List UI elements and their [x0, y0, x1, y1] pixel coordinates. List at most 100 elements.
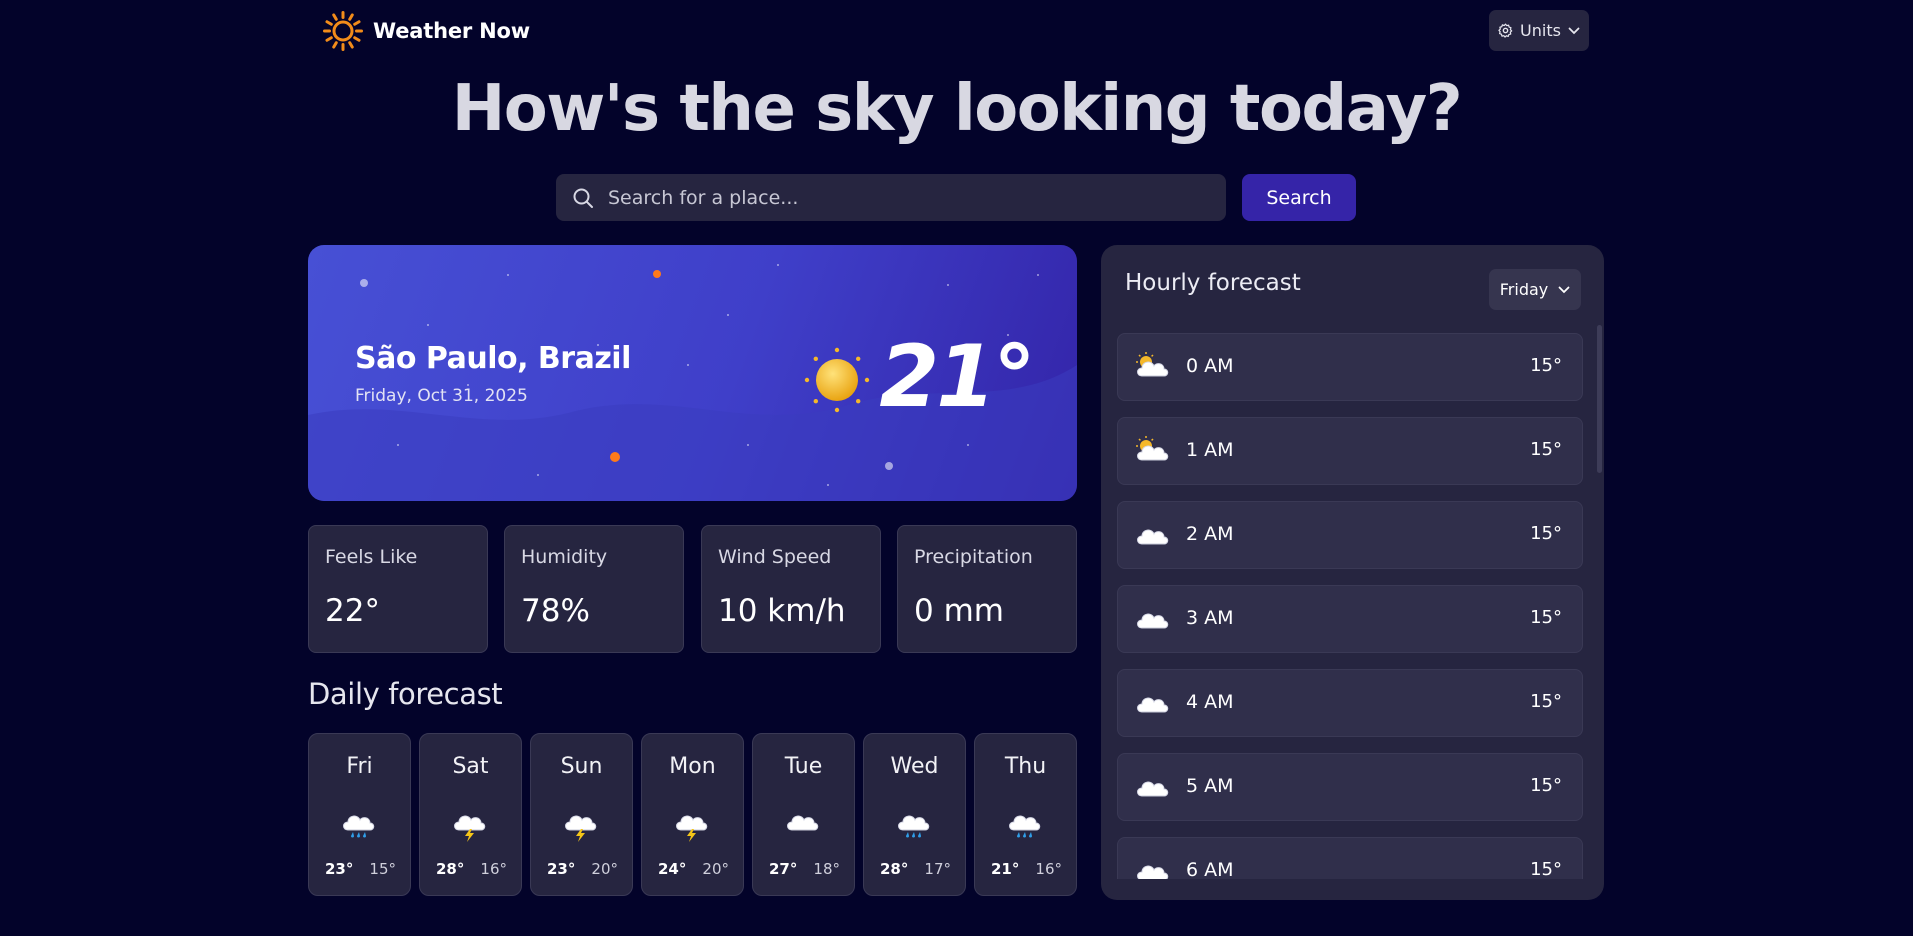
cloud-icon: [1134, 518, 1172, 562]
hourly-forecast-panel: Hourly forecast Friday 0 AM 15° 1 AM 15° 2 A…: [1101, 245, 1604, 900]
daily-forecast-card: Sun 23° 20°: [530, 733, 633, 896]
daily-forecast-card: Mon 24° 20°: [641, 733, 744, 896]
stat-precipitation: Precipitation 0 mm: [897, 525, 1077, 653]
rain-icon: [895, 804, 933, 848]
hour-temp: 15°: [1530, 775, 1562, 796]
hour-time: 6 AM: [1186, 859, 1234, 879]
day-name: Sat: [452, 754, 489, 779]
stat-value: 22°: [325, 593, 380, 629]
weather-app: Weather Now Units How's the sky looking …: [0, 0, 1913, 936]
cloud-icon: [1134, 854, 1172, 879]
day-high-temp: 27°: [769, 860, 798, 878]
current-weather-card: São Paulo, Brazil Friday, Oct 31, 2025 2…: [308, 245, 1077, 501]
daily-forecast-card: Thu 21° 16°: [974, 733, 1077, 896]
hourly-forecast-title: Hourly forecast: [1125, 270, 1301, 296]
day-high-temp: 24°: [658, 860, 687, 878]
rain-icon: [1006, 804, 1044, 848]
sun-logo-icon: [323, 11, 363, 51]
day-high-temp: 28°: [880, 860, 909, 878]
day-name: Thu: [1004, 754, 1047, 779]
hour-temp: 15°: [1530, 355, 1562, 376]
stat-label: Wind Speed: [718, 546, 832, 568]
search-bar: [556, 174, 1226, 221]
cloud-icon: [1134, 602, 1172, 646]
day-select-dropdown[interactable]: Friday: [1489, 269, 1581, 310]
day-low-temp: 18°: [813, 860, 840, 878]
hour-temp: 15°: [1530, 439, 1562, 460]
search-icon: [573, 188, 593, 208]
stat-value: 10 km/h: [718, 593, 846, 629]
daily-forecast-card: Wed 28° 17°: [863, 733, 966, 896]
storm-icon: [451, 804, 489, 848]
day-low-temp: 16°: [480, 860, 507, 878]
hourly-row: 0 AM 15°: [1117, 333, 1583, 401]
partly-cloudy-icon: [1134, 434, 1172, 478]
cloud-icon: [1134, 686, 1172, 730]
hourly-row: 5 AM 15°: [1117, 753, 1583, 821]
current-date: Friday, Oct 31, 2025: [355, 386, 528, 406]
day-name: Wed: [890, 754, 939, 779]
chevron-down-icon: [1568, 27, 1580, 34]
stat-value: 78%: [521, 593, 590, 629]
hour-temp: 15°: [1530, 607, 1562, 628]
stat-humidity: Humidity 78%: [504, 525, 684, 653]
hourly-row: 4 AM 15°: [1117, 669, 1583, 737]
stat-label: Feels Like: [325, 546, 418, 568]
page-title: How's the sky looking today?: [451, 72, 1463, 146]
day-high-temp: 23°: [547, 860, 576, 878]
current-temperature: 21°: [879, 327, 1036, 427]
day-high-temp: 21°: [991, 860, 1020, 878]
selected-day: Friday: [1499, 280, 1549, 299]
sunny-icon: [804, 347, 870, 413]
stat-value: 0 mm: [914, 593, 1004, 629]
gear-icon: [1498, 23, 1513, 38]
day-low-temp: 20°: [591, 860, 618, 878]
hourly-scrollbar[interactable]: [1597, 325, 1602, 473]
hour-temp: 15°: [1530, 859, 1562, 879]
hourly-row: 2 AM 15°: [1117, 501, 1583, 569]
hour-time: 5 AM: [1186, 775, 1234, 797]
storm-icon: [562, 804, 600, 848]
app-name: Weather Now: [373, 19, 530, 43]
day-name: Tue: [784, 754, 823, 779]
daily-forecast-card: Sat 28° 16°: [419, 733, 522, 896]
day-name: Sun: [560, 754, 603, 779]
rain-icon: [340, 804, 378, 848]
hour-time: 1 AM: [1186, 439, 1234, 461]
day-low-temp: 20°: [702, 860, 729, 878]
hourly-row: 3 AM 15°: [1117, 585, 1583, 653]
search-button[interactable]: Search: [1242, 174, 1356, 221]
hour-temp: 15°: [1530, 523, 1562, 544]
day-high-temp: 23°: [325, 860, 354, 878]
units-label: Units: [1520, 21, 1561, 40]
cloud-icon: [1134, 770, 1172, 814]
search-input[interactable]: [608, 174, 1208, 221]
day-low-temp: 17°: [924, 860, 951, 878]
day-name: Fri: [346, 754, 373, 779]
units-button[interactable]: Units: [1489, 10, 1589, 51]
hourly-list[interactable]: 0 AM 15° 1 AM 15° 2 AM 15° 3 AM 15° 4 AM 15° 5 AM 1…: [1117, 333, 1583, 879]
logo[interactable]: Weather Now: [322, 10, 530, 52]
hourly-row: 6 AM 15°: [1117, 837, 1583, 879]
daily-forecast-title: Daily forecast: [308, 677, 503, 711]
location-name: São Paulo, Brazil: [355, 341, 631, 376]
hour-time: 3 AM: [1186, 607, 1234, 629]
hour-time: 0 AM: [1186, 355, 1234, 377]
stat-label: Precipitation: [914, 546, 1033, 568]
hour-temp: 15°: [1530, 691, 1562, 712]
day-name: Mon: [669, 754, 716, 779]
cloud-icon: [784, 804, 822, 848]
stat-label: Humidity: [521, 546, 608, 568]
partly-cloudy-icon: [1134, 350, 1172, 394]
chevron-down-icon: [1558, 286, 1570, 293]
day-high-temp: 28°: [436, 860, 465, 878]
stat-wind-speed: Wind Speed 10 km/h: [701, 525, 881, 653]
day-low-temp: 16°: [1035, 860, 1062, 878]
day-low-temp: 15°: [369, 860, 396, 878]
daily-forecast-card: Tue 27° 18°: [752, 733, 855, 896]
daily-forecast-card: Fri 23° 15°: [308, 733, 411, 896]
hour-time: 4 AM: [1186, 691, 1234, 713]
stat-feels-like: Feels Like 22°: [308, 525, 488, 653]
hourly-row: 1 AM 15°: [1117, 417, 1583, 485]
hour-time: 2 AM: [1186, 523, 1234, 545]
